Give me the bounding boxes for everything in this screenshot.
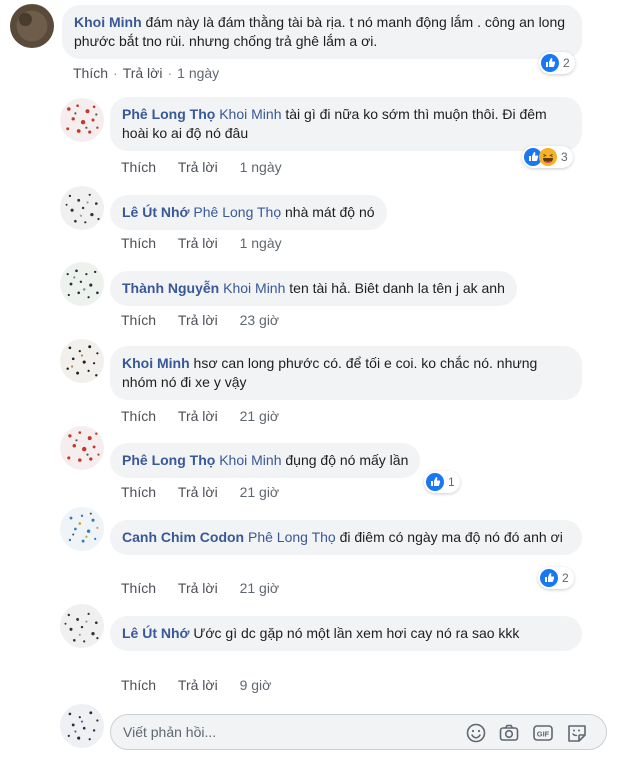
avatar[interactable] [60,186,104,230]
like-link[interactable]: Thích [121,159,156,175]
comment-actions: Thích Trả lời 9 giờ [121,677,271,693]
like-link[interactable]: Thích [121,408,156,424]
comment-actions: Thích Trả lời 21 giờ [121,484,279,500]
like-icon [540,569,558,587]
like-link[interactable]: Thích [121,484,156,500]
like-link[interactable]: Thích [121,312,156,328]
reaction-count[interactable]: 2 [538,567,574,589]
like-icon [426,473,444,491]
avatar[interactable] [60,426,104,470]
reply-link[interactable]: Trả lời [178,408,218,424]
emoji-icon[interactable] [465,722,487,744]
reaction-number: 3 [561,150,568,164]
comment-author[interactable]: Canh Chim Codon [122,529,244,545]
reaction-number: 2 [563,56,570,70]
reaction-number: 2 [562,571,569,585]
sticker-icon[interactable] [566,722,588,744]
like-icon [541,54,559,72]
reply-link[interactable]: Trả lời [178,159,218,175]
comment-actions: Thích Trả lời 21 giờ [121,408,279,424]
current-user-avatar [60,704,104,748]
comment-text: đi điêm có ngày ma độ nó đó anh ơi [339,529,563,545]
reaction-number: 1 [448,475,455,489]
like-link[interactable]: Thích [121,580,156,596]
comment-time[interactable]: 1 ngày [240,159,282,175]
avatar[interactable] [60,339,104,383]
avatar[interactable] [60,262,104,306]
comment-time[interactable]: 9 giờ [240,677,272,693]
comment-bubble: Canh Chim Codon Phê Long Thọ đi điêm có … [110,520,582,555]
comment-bubble: Khoi Minh hsơ can long phước có. để tối … [110,346,582,400]
comment-author[interactable]: Lê Út Nhớ [122,625,190,641]
like-link[interactable]: Thích [73,65,108,81]
comment-text: nhà mát độ nó [285,204,375,220]
gif-icon[interactable]: GIF [532,722,554,744]
comment-author[interactable]: Phê Long Thọ [122,452,215,468]
mention-tag[interactable]: Khoi Minh [219,452,281,468]
haha-icon [539,148,557,166]
like-link[interactable]: Thích [121,677,156,693]
comment-time[interactable]: 23 giờ [240,312,280,328]
avatar[interactable] [60,604,104,648]
comment-time[interactable]: 21 giờ [240,580,280,596]
comment-author[interactable]: Khoi Minh [122,355,190,371]
comment-author[interactable]: Khoi Minh [74,14,142,30]
reaction-count[interactable]: 3 [522,146,573,168]
comment-text: ten tài hả. Biêt danh la tên j ak anh [289,280,505,296]
avatar[interactable] [10,4,54,48]
reply-link[interactable]: Trả lời [123,65,163,81]
reaction-count[interactable]: 1 [424,471,460,493]
reply-link[interactable]: Trả lời [178,580,218,596]
comment-author[interactable]: Thành Nguyễn [122,280,219,296]
reply-composer: GIF [110,714,607,750]
comment-text: Ước gì dc gặp nó một lần xem hơi cay nó … [193,625,520,641]
svg-text:GIF: GIF [537,730,550,739]
comment-bubble: Thành Nguyễn Khoi Minh ten tài hả. Biêt … [110,271,517,306]
reaction-count[interactable]: 2 [539,52,575,74]
comment-bubble: Khoi Minh đám này là đám thằng tài bà rị… [62,5,582,59]
comment-author[interactable]: Lê Út Nhớ [122,204,190,220]
comment-bubble: Phê Long Thọ Khoi Minh đụng độ nó mấy lầ… [110,443,421,478]
mention-tag[interactable]: Khoi Minh [223,280,285,296]
comment-bubble: Lê Út Nhớ Phê Long Thọ nhà mát độ nó [110,195,387,230]
comment-actions: Thích Trả lời 1 ngày [121,159,282,175]
mention-tag[interactable]: Khoi Minh [219,106,281,122]
camera-icon[interactable] [498,722,520,744]
reply-link[interactable]: Trả lời [178,484,218,500]
reply-link[interactable]: Trả lời [178,312,218,328]
mention-tag[interactable]: Phê Long Thọ [248,529,336,545]
comment-bubble: Lê Út Nhớ Ước gì dc gặp nó một lần xem h… [110,616,582,651]
like-link[interactable]: Thích [121,235,156,251]
comment-actions: Thích Trả lời 1 ngày [121,235,282,251]
reply-input[interactable] [111,715,441,749]
comment-bubble: Phê Long Thọ Khoi Minh tài gì đi nữa ko … [110,97,582,151]
reply-link[interactable]: Trả lời [178,677,218,693]
comment-time[interactable]: 1 ngày [177,65,219,81]
comment-text: đám này là đám thằng tài bà rịa. t nó ma… [74,14,566,49]
comment-time[interactable]: 21 giờ [240,408,280,424]
comment-text: đụng độ nó mấy lần [285,452,409,468]
comment-author[interactable]: Phê Long Thọ [122,106,215,122]
comment-actions: Thích Trả lời 23 giờ [121,312,279,328]
comment-time[interactable]: 21 giờ [240,484,280,500]
mention-tag[interactable]: Phê Long Thọ [193,204,281,220]
avatar[interactable] [60,98,104,142]
reply-link[interactable]: Trả lời [178,235,218,251]
avatar[interactable] [60,507,104,551]
comment-actions: Thích · Trả lời · 1 ngày [73,65,220,81]
comment-actions: Thích Trả lời 21 giờ [121,580,279,596]
comment-time[interactable]: 1 ngày [240,235,282,251]
